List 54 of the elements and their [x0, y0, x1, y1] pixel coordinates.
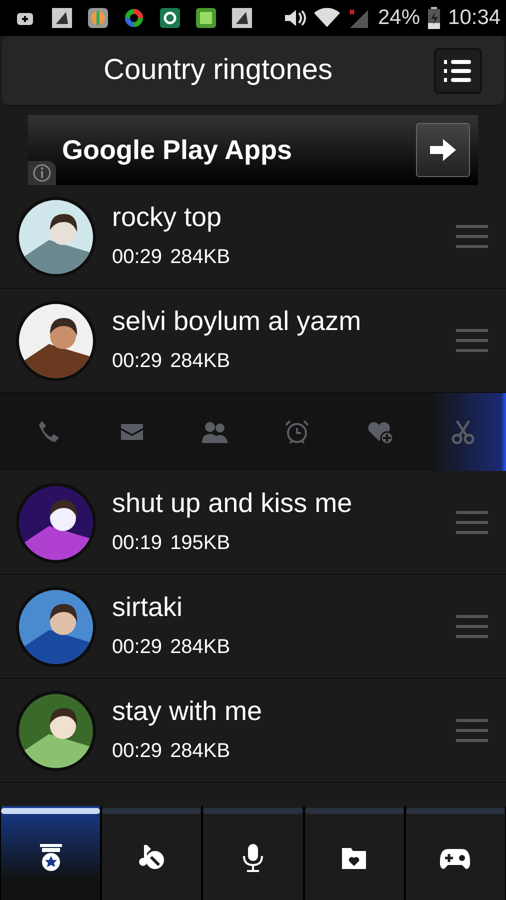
app-icon	[160, 8, 180, 28]
arrow-button[interactable]	[416, 123, 470, 177]
ringtone-title: selvi boylum al yazm	[112, 305, 362, 338]
alarm-clock-icon[interactable]	[284, 419, 310, 445]
ringtone-title: rocky top	[112, 201, 223, 234]
file-size: 195KB	[170, 530, 230, 556]
heart-plus-icon[interactable]	[367, 419, 394, 445]
ringtone-title: shut up and kiss me	[112, 487, 354, 520]
numbered-list-icon	[444, 58, 472, 84]
tab[interactable]	[1, 806, 100, 900]
ringtone-row[interactable]: shut up and kiss me 00:19 195KB	[0, 471, 506, 575]
phone-icon[interactable]	[36, 419, 62, 445]
file-size: 284KB	[170, 634, 230, 660]
ringtone-row[interactable]: rocky top 00:29 284KB	[0, 185, 506, 289]
app-icon	[52, 8, 72, 28]
battery-percent: 24%	[378, 5, 420, 32]
arrow-right-icon	[430, 139, 456, 161]
ringtone-title: stay with me	[112, 695, 264, 728]
battery-icon	[428, 7, 440, 29]
app-icon	[124, 8, 144, 28]
ringtone-row[interactable]: stay with me 00:29 284KB	[0, 679, 506, 783]
wifi-icon	[314, 8, 340, 28]
scissors-icon[interactable]	[450, 419, 476, 445]
menu-icon[interactable]	[456, 508, 488, 536]
clock: 10:34	[448, 5, 501, 32]
tab[interactable]	[102, 806, 202, 900]
contacts-icon[interactable]	[202, 419, 228, 445]
info-button[interactable]	[28, 161, 56, 185]
menu-icon[interactable]	[456, 612, 488, 640]
duration: 00:29	[112, 348, 162, 374]
app-icon	[196, 8, 216, 28]
file-size: 284KB	[170, 348, 230, 374]
tab[interactable]	[203, 806, 303, 900]
file-size: 284KB	[170, 738, 230, 764]
ringtone-row[interactable]: sirtaki 00:29 284KB	[0, 575, 506, 679]
volume-icon	[284, 8, 306, 28]
tab[interactable]	[304, 806, 404, 900]
ringtone-row[interactable]: selvi boylum al yazm 00:29 284KB	[0, 289, 506, 393]
file-size: 284KB	[170, 244, 230, 270]
app-icon	[88, 8, 108, 28]
menu-icon[interactable]	[456, 222, 488, 250]
menu-icon[interactable]	[456, 326, 488, 354]
signal-icon	[348, 8, 370, 28]
duration: 00:19	[112, 530, 162, 556]
tab[interactable]	[406, 806, 506, 900]
menu-icon[interactable]	[456, 716, 488, 744]
duration: 00:29	[112, 634, 162, 660]
screen-title: Country ringtones	[104, 52, 332, 88]
ad-text: Google Play Apps	[62, 134, 294, 167]
app-icon	[232, 8, 252, 28]
ringtone-title: sirtaki	[112, 591, 184, 624]
duration: 00:29	[112, 244, 162, 270]
duration: 00:29	[112, 738, 162, 764]
numbered-list-button[interactable]	[434, 48, 482, 94]
